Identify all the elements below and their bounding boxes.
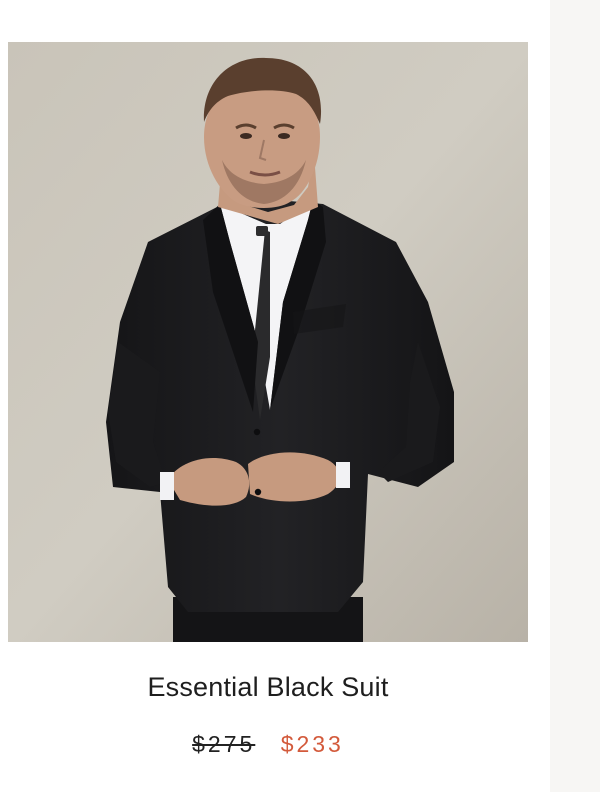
product-image[interactable] <box>8 42 528 642</box>
product-card[interactable]: Essential Black Suit $275 $233 <box>0 0 550 792</box>
product-page: Essential Black Suit $275 $233 <box>0 0 600 792</box>
sale-price: $233 <box>280 731 344 757</box>
suit-model-illustration <box>8 42 528 642</box>
original-price: $275 <box>192 731 256 757</box>
right-gutter <box>550 0 600 792</box>
product-title[interactable]: Essential Black Suit <box>0 670 536 704</box>
price-row: $275 $233 <box>0 729 536 759</box>
